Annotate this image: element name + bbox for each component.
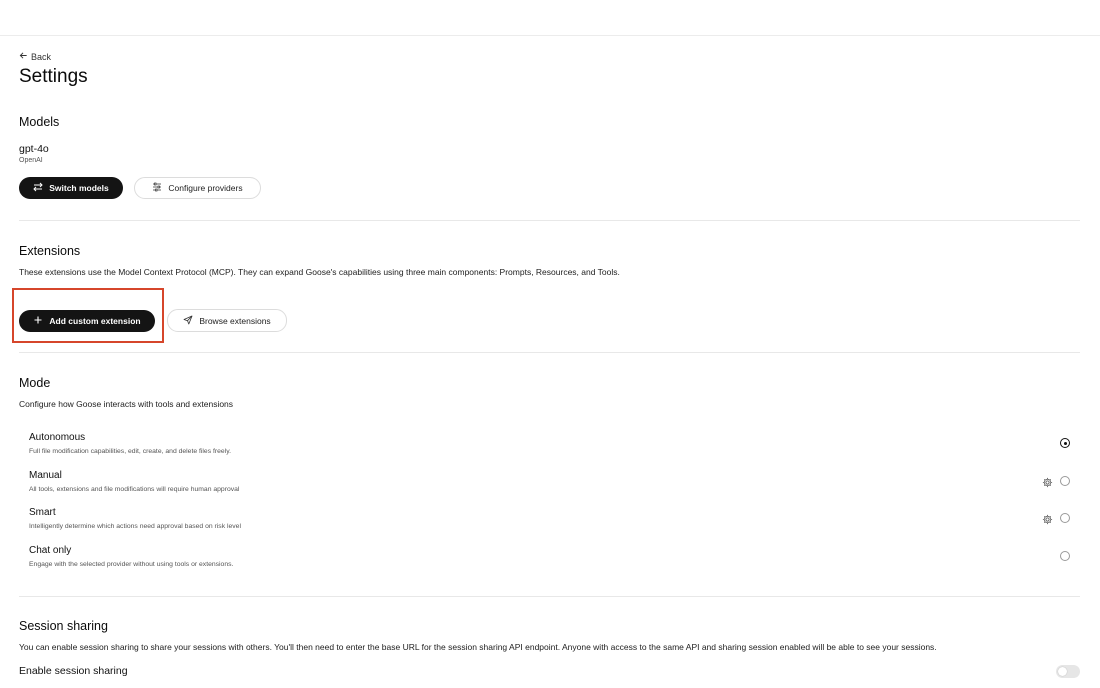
mode-option-description: All tools, extensions and file modificat… [29, 486, 240, 493]
add-custom-extension-label: Add custom extension [49, 316, 141, 326]
mode-option-description: Engage with the selected provider withou… [29, 561, 234, 568]
configure-providers-button[interactable]: Configure providers [134, 177, 261, 199]
gear-icon[interactable] [1042, 475, 1053, 488]
mode-option-smart[interactable]: Smart Intelligently determine which acti… [29, 507, 1070, 537]
mode-option-label: Autonomous [29, 432, 86, 443]
mode-option-label: Chat only [29, 545, 72, 556]
models-section-title: Models [19, 115, 60, 129]
sliders-icon [152, 182, 162, 194]
back-link[interactable]: Back [19, 51, 51, 62]
plus-icon [33, 315, 43, 327]
mode-section-title: Mode [19, 376, 51, 390]
mode-option-chat-only[interactable]: Chat only Engage with the selected provi… [29, 545, 1070, 575]
page-title: Settings [19, 66, 88, 87]
switch-arrows-icon [33, 182, 43, 194]
extensions-section-title: Extensions [19, 244, 81, 258]
window-top-bar [0, 0, 1100, 36]
section-divider [19, 220, 1080, 221]
session-sharing-section-title: Session sharing [19, 619, 108, 633]
section-divider [19, 352, 1080, 353]
extensions-description: These extensions use the Model Context P… [19, 267, 620, 277]
mode-radio-manual[interactable] [1060, 476, 1070, 486]
mode-option-label: Manual [29, 470, 62, 481]
current-model-provider: OpenAI [19, 157, 43, 164]
mode-option-label: Smart [29, 507, 56, 518]
mode-radio-smart[interactable] [1060, 513, 1070, 523]
add-custom-extension-button[interactable]: Add custom extension [19, 310, 155, 332]
mode-option-manual[interactable]: Manual All tools, extensions and file mo… [29, 470, 1070, 500]
session-sharing-toggle[interactable] [1056, 665, 1080, 678]
browse-extensions-button[interactable]: Browse extensions [167, 309, 287, 332]
mode-description: Configure how Goose interacts with tools… [19, 399, 234, 409]
send-icon [183, 315, 193, 327]
mode-radio-chat-only[interactable] [1060, 551, 1070, 561]
switch-models-button[interactable]: Switch models [19, 177, 123, 199]
browse-extensions-label: Browse extensions [199, 315, 271, 326]
switch-models-label: Switch models [49, 183, 109, 193]
mode-radio-autonomous[interactable] [1060, 438, 1070, 448]
configure-providers-label: Configure providers [168, 183, 243, 193]
mode-option-autonomous[interactable]: Autonomous Full file modification capabi… [29, 432, 1070, 462]
current-model-name: gpt-4o [19, 143, 49, 155]
mode-option-description: Full file modification capabilities, edi… [29, 448, 231, 455]
gear-icon[interactable] [1042, 512, 1053, 525]
mode-option-description: Intelligently determine which actions ne… [29, 523, 241, 530]
session-sharing-description: You can enable session sharing to share … [19, 642, 937, 652]
back-label: Back [31, 51, 52, 62]
arrow-left-icon [19, 51, 28, 62]
section-divider [19, 596, 1080, 597]
enable-session-sharing-label: Enable session sharing [19, 665, 128, 677]
